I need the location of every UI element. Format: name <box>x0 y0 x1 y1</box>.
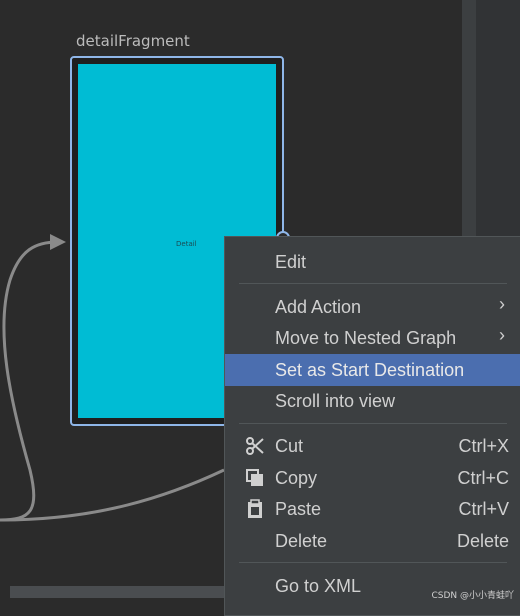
menu-item-cut[interactable]: Cut Ctrl+X <box>225 430 520 462</box>
menu-item-label: Delete <box>275 531 328 551</box>
menu-item-label: Scroll into view <box>275 391 396 411</box>
menu-item-label: Add Action <box>275 297 362 317</box>
menu-item-label: Edit <box>275 252 307 272</box>
menu-item-move-to-nested-graph[interactable]: Move to Nested Graph › <box>225 322 520 354</box>
menu-item-copy[interactable]: Copy Ctrl+C <box>225 462 520 494</box>
fragment-label: detailFragment <box>76 32 190 50</box>
menu-item-label: Copy <box>275 468 318 488</box>
menu-item-paste[interactable]: Paste Ctrl+V <box>225 493 520 525</box>
menu-item-label: Set as Start Destination <box>275 360 465 380</box>
chevron-right-icon: › <box>499 325 505 345</box>
menu-item-label: Cut <box>275 436 304 456</box>
context-menu: Edit Add Action › Move to Nested Graph ›… <box>224 236 520 616</box>
incoming-action-arrow <box>0 240 59 522</box>
menu-item-shortcut: Ctrl+C <box>457 468 509 488</box>
menu-item-label: Move to Nested Graph <box>275 328 457 348</box>
menu-item-delete[interactable]: Delete Delete <box>225 525 520 557</box>
menu-separator <box>239 283 507 284</box>
menu-separator <box>239 423 507 424</box>
watermark: CSDN @小小青蛙吖 <box>431 591 514 601</box>
arrowhead-icon <box>50 234 66 250</box>
menu-item-shortcut: Delete <box>456 531 509 551</box>
menu-item-add-action[interactable]: Add Action › <box>225 291 520 323</box>
fragment-preview-text: Detail <box>176 240 197 248</box>
menu-item-label: Go to XML <box>275 576 362 596</box>
copy-icon <box>246 469 263 486</box>
menu-item-set-as-start-destination[interactable]: Set as Start Destination <box>225 354 520 386</box>
menu-item-edit[interactable]: Edit <box>225 246 520 278</box>
scissors-icon <box>246 437 264 455</box>
menu-item-scroll-into-view[interactable]: Scroll into view <box>225 385 520 417</box>
menu-separator <box>239 562 507 563</box>
menu-item-shortcut: Ctrl+V <box>458 499 509 519</box>
menu-item-shortcut: Ctrl+X <box>458 436 509 456</box>
chevron-right-icon: › <box>499 294 505 314</box>
menu-item-label: Paste <box>275 499 322 519</box>
clipboard-icon <box>248 499 262 518</box>
